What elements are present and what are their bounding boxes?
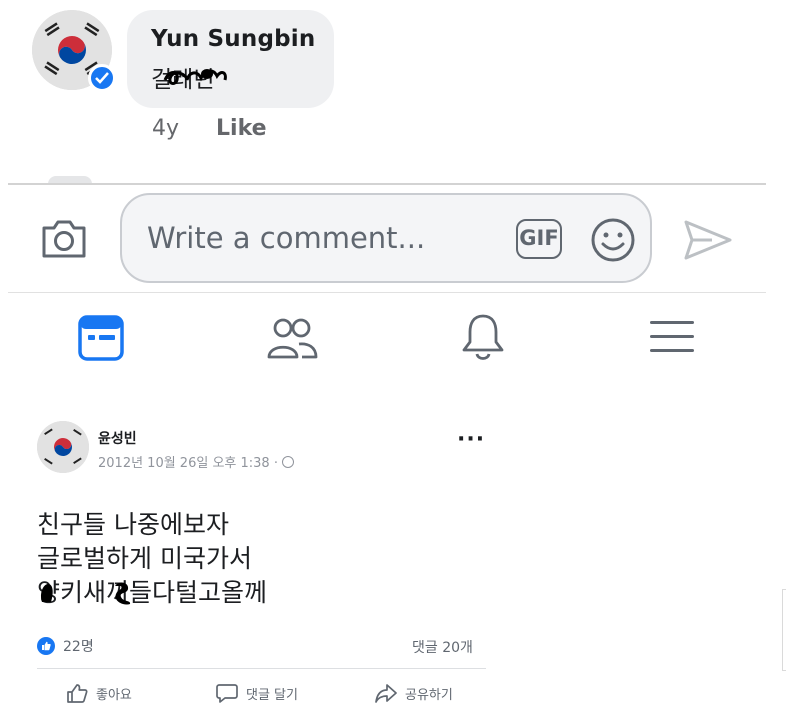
feed-icon[interactable] <box>77 314 125 362</box>
comment-time: 4y <box>152 116 180 141</box>
redaction-mark <box>40 584 53 602</box>
divider <box>37 668 486 669</box>
emoji-icon[interactable] <box>590 217 636 263</box>
comment-text: 걸레년 <box>151 60 227 94</box>
verified-badge-icon <box>88 64 116 92</box>
comment-bubble-icon <box>216 684 238 703</box>
thumbs-up-icon <box>67 684 88 703</box>
comment-button[interactable]: 댓글 달기 <box>216 683 298 703</box>
gif-button[interactable]: GIF <box>516 219 562 259</box>
comment-button-label: 댓글 달기 <box>246 687 298 703</box>
share-arrow-icon <box>375 684 397 703</box>
comment-placeholder: Write a comment... <box>147 221 426 255</box>
likes-count: 22명 <box>63 639 94 655</box>
friends-icon[interactable] <box>266 316 318 360</box>
post-line: 친구들 나중에보자 <box>37 510 229 539</box>
post-body: 친구들 나중에보자 글로벌하게 미국가서 양키새끼들다털고올께 <box>37 508 267 610</box>
menu-icon[interactable] <box>650 318 694 356</box>
divider <box>8 292 766 293</box>
comment-like-link[interactable]: Like <box>216 116 267 141</box>
post-author-avatar[interactable] <box>37 421 89 473</box>
comment-meta: 4y Like <box>152 116 267 141</box>
notifications-icon[interactable] <box>460 312 506 362</box>
redaction-scribble <box>163 69 227 85</box>
comment-author[interactable]: Yun Sungbin <box>151 26 334 52</box>
globe-icon <box>281 456 294 468</box>
share-button-label: 공유하기 <box>405 687 453 703</box>
post-author-name[interactable]: 윤성빈 <box>98 428 137 448</box>
post-line: 글로벌하게 미국가서 <box>37 544 252 573</box>
post-date-text: 2012년 10월 26일 오후 1:38 · <box>98 456 278 471</box>
post-line-text: 양키새끼들다털고올께 <box>37 578 268 607</box>
post-timestamp[interactable]: 2012년 10월 26일 오후 1:38 · <box>98 452 294 471</box>
comment-input[interactable]: Write a comment... GIF <box>120 193 652 283</box>
post-line: 양키새끼들다털고올께 <box>37 576 267 610</box>
edge-frame <box>782 589 786 671</box>
thumbs-up-reaction-icon <box>37 637 55 655</box>
like-button-label: 좋아요 <box>96 687 132 703</box>
redaction-mark <box>115 582 131 605</box>
share-button[interactable]: 공유하기 <box>375 683 453 703</box>
korean-flag-icon <box>37 421 89 473</box>
reaction-summary[interactable]: 22명 <box>37 636 94 656</box>
divider <box>8 183 766 185</box>
comment-bubble[interactable]: Yun Sungbin 걸레년 <box>127 10 334 108</box>
send-icon[interactable] <box>682 216 734 264</box>
camera-icon[interactable] <box>40 216 88 262</box>
comments-count[interactable]: 댓글 20개 <box>412 637 473 657</box>
like-button[interactable]: 좋아요 <box>66 683 132 703</box>
post-more-options-button[interactable]: ··· <box>457 427 485 452</box>
